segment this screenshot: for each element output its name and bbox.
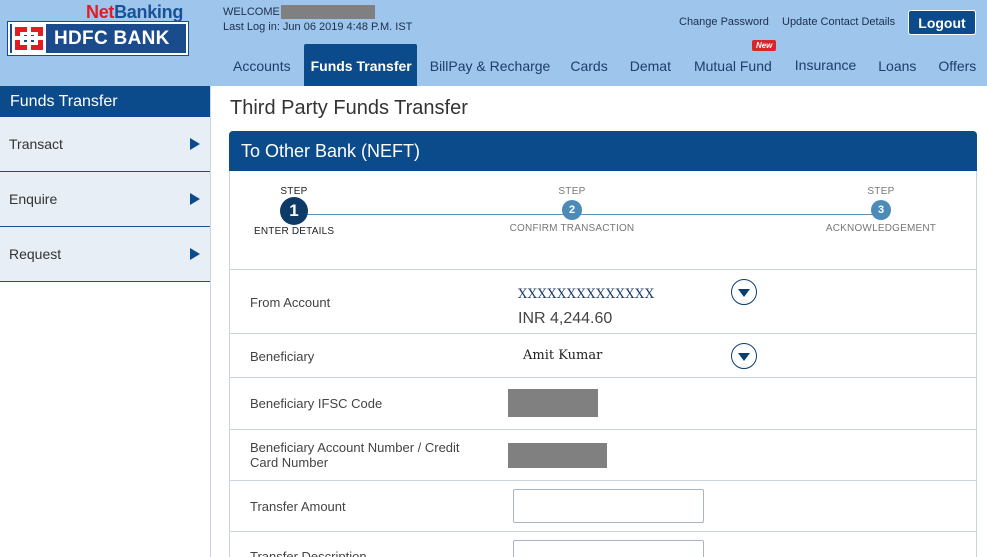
redacted-account-number — [508, 443, 607, 468]
step-label-top: STEP — [280, 186, 308, 197]
from-account-balance: INR 4,244.60 — [518, 310, 613, 327]
nav-offers[interactable]: Offers — [938, 44, 976, 86]
panel-title: To Other Bank (NEFT) — [229, 131, 977, 171]
step-number: 1 — [280, 197, 308, 225]
nav-insurance[interactable]: Insurance — [795, 44, 878, 86]
last-login: Last Log in: Jun 06 2019 4:48 P.M. IST — [223, 21, 413, 33]
sidebar-item-label: Enquire — [9, 191, 58, 207]
netbanking-banking: Banking — [114, 2, 184, 22]
arrow-right-icon — [190, 193, 200, 205]
sidebar-item-transact[interactable]: Transact — [0, 117, 210, 172]
ifsc-label: Beneficiary IFSC Code — [250, 396, 383, 411]
arrow-right-icon — [190, 138, 200, 150]
step-label-top: STEP — [558, 186, 586, 197]
nav-cards[interactable]: Cards — [570, 44, 629, 86]
from-account-label: From Account — [250, 295, 331, 310]
step-3: STEP 3 ACKNOWLEDGEMENT — [821, 186, 941, 234]
from-account-dropdown-icon[interactable] — [731, 279, 757, 305]
step-2: STEP 2 CONFIRM TRANSACTION — [502, 186, 642, 234]
transfer-amount-input[interactable] — [513, 489, 704, 523]
transfer-description-input[interactable] — [513, 540, 704, 557]
beneficiary-value[interactable]: Amit Kumar — [523, 348, 602, 363]
from-account-row: From Account XXXXXXXXXXXXXX INR 4,244.60 — [230, 270, 976, 334]
netbanking-net: Net — [86, 2, 115, 22]
page-title: Third Party Funds Transfer — [230, 97, 468, 119]
update-contact-link[interactable]: Update Contact Details — [782, 16, 895, 28]
nav-accounts[interactable]: Accounts — [225, 44, 304, 86]
nav-mutual-fund-label: Mutual Fund — [693, 58, 772, 74]
redacted-ifsc — [508, 389, 598, 417]
sidebar-item-request[interactable]: Request — [0, 227, 210, 282]
step-label: ACKNOWLEDGEMENT — [825, 223, 937, 234]
netbanking-logo: NetBanking — [86, 2, 183, 23]
transfer-description-label: Transfer Description — [250, 549, 367, 557]
logout-button[interactable]: Logout — [908, 10, 976, 35]
hdfc-logo: HDFC BANK — [7, 21, 189, 56]
logo-area[interactable]: NetBanking HDFC BANK — [0, 0, 200, 86]
redacted-username — [280, 5, 375, 19]
arrow-right-icon — [190, 248, 200, 260]
sidebar-item-label: Request — [9, 246, 62, 262]
beneficiary-dropdown-icon[interactable] — [731, 343, 757, 369]
nav-loans[interactable]: Loans — [878, 44, 938, 86]
step-label: ENTER DETAILS — [254, 226, 335, 237]
sidebar-title: Funds Transfer — [0, 86, 210, 117]
step-1: STEP 1 ENTER DETAILS — [254, 186, 334, 237]
transfer-form-panel: STEP 1 ENTER DETAILS STEP 2 CONFIRM TRAN… — [229, 171, 977, 557]
account-number-row: Beneficiary Account Number / Credit Card… — [230, 430, 976, 481]
beneficiary-row: Beneficiary Amit Kumar — [230, 334, 976, 378]
transfer-amount-label: Transfer Amount — [250, 499, 346, 514]
nav-demat[interactable]: Demat — [630, 44, 694, 86]
nav-billpay-recharge[interactable]: BillPay & Recharge — [417, 44, 571, 86]
step-label-top: STEP — [867, 186, 895, 197]
step-number: 2 — [562, 200, 582, 220]
welcome-label: WELCOME — [223, 6, 280, 18]
step-number: 3 — [871, 200, 891, 220]
beneficiary-label: Beneficiary — [250, 349, 315, 364]
bank-name: HDFC BANK — [54, 27, 170, 49]
from-account-value[interactable]: XXXXXXXXXXXXXX — [518, 287, 655, 302]
sidebar-item-enquire[interactable]: Enquire — [0, 172, 210, 227]
account-number-label: Beneficiary Account Number / Credit Card… — [250, 440, 460, 470]
main-nav: Accounts Funds Transfer BillPay & Rechar… — [225, 40, 976, 86]
nav-mutual-fund[interactable]: Mutual Fund New — [693, 40, 795, 86]
step-progress: STEP 1 ENTER DETAILS STEP 2 CONFIRM TRAN… — [230, 171, 976, 270]
sidebar: Funds Transfer Transact Enquire Request — [0, 86, 211, 557]
step-label: CONFIRM TRANSACTION — [509, 223, 635, 234]
transfer-amount-row: Transfer Amount — [230, 481, 976, 532]
welcome-block: WELCOME Last Log in: Jun 06 2019 4:48 P.… — [223, 5, 412, 33]
nav-funds-transfer[interactable]: Funds Transfer — [303, 44, 417, 86]
ifsc-row: Beneficiary IFSC Code — [230, 378, 976, 430]
sidebar-item-label: Transact — [9, 136, 63, 152]
hdfc-logo-icon — [12, 24, 46, 53]
transfer-description-row: Transfer Description — [230, 532, 976, 557]
change-password-link[interactable]: Change Password — [679, 16, 769, 28]
top-header: NetBanking HDFC BANK WELCOME Last Log in… — [0, 0, 987, 86]
new-badge: New — [751, 40, 777, 51]
